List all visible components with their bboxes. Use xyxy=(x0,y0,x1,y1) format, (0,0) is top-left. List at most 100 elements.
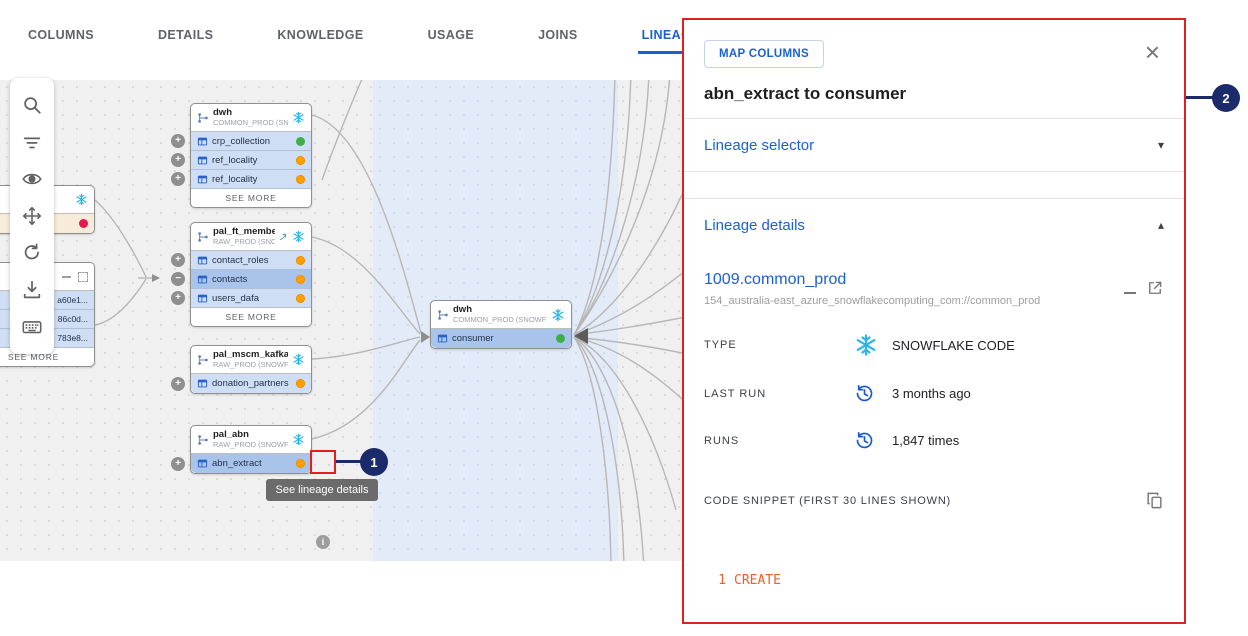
node-pal-mscm-kafka[interactable]: pal_mscm_kafka RAW_PROD (SNOWFLAKE C) + … xyxy=(190,345,312,394)
expand-button[interactable]: + xyxy=(171,377,185,391)
annotation-red-box xyxy=(310,450,336,474)
code-line: 1CREATE xyxy=(704,570,1164,591)
status-dot-orange xyxy=(296,379,305,388)
chevron-up-icon[interactable]: ▴ xyxy=(1158,218,1164,232)
tab-usage[interactable]: USAGE xyxy=(424,18,478,54)
hash-label: 86c0d... xyxy=(58,314,88,324)
tab-knowledge[interactable]: KNOWLEDGE xyxy=(273,18,367,54)
code-snippet: 1CREATE 2OR REPLACE TABLE COMMON_PROD.DW… xyxy=(704,528,1164,624)
move-icon[interactable] xyxy=(19,203,45,229)
node-dwh-consumer[interactable]: dwh COMMON_PROD (SNOWFLAKE C) consumer xyxy=(430,300,572,349)
refresh-icon[interactable] xyxy=(19,240,45,266)
snowflake-icon xyxy=(292,230,305,243)
tab-columns[interactable]: COLUMNS xyxy=(24,18,98,54)
column-label: contact_roles xyxy=(212,255,292,266)
node-title: pal_ft_member xyxy=(213,227,275,237)
table-icon xyxy=(197,378,208,389)
table-icon xyxy=(197,458,208,469)
collapse-button[interactable]: − xyxy=(171,272,185,286)
field-row-last-run: LAST RUN 3 months ago xyxy=(704,383,1164,404)
lineage-selector-label: Lineage selector xyxy=(704,137,814,154)
code-snippet-header: CODE SNIPPET (FIRST 30 LINES SHOWN) xyxy=(704,495,951,507)
column-row[interactable]: + ref_locality xyxy=(191,151,311,170)
minimize-icon[interactable] xyxy=(1124,292,1136,294)
tab-joins[interactable]: JOINS xyxy=(534,18,582,54)
column-row[interactable]: + crp_collection xyxy=(191,132,311,151)
status-dot-green xyxy=(296,137,305,146)
node-qualifier: COMMON_PROD (SNOWFLAKE C xyxy=(213,118,288,127)
node-title: pal_abn xyxy=(213,430,288,440)
node-pal-ft-member[interactable]: pal_ft_member RAW_PROD (SNOWFLAKE C) + c… xyxy=(190,222,312,327)
annotation-connector-2 xyxy=(1186,96,1214,99)
expand-button[interactable]: + xyxy=(171,457,185,471)
column-row-selected[interactable]: consumer xyxy=(431,329,571,348)
search-icon[interactable] xyxy=(19,92,45,118)
popout-arrow-icon xyxy=(279,232,288,241)
expand-button[interactable]: + xyxy=(171,253,185,267)
column-row-selected[interactable]: − contacts xyxy=(191,270,311,289)
filter-icon[interactable] xyxy=(19,129,45,155)
download-icon[interactable] xyxy=(19,277,45,303)
branch-icon xyxy=(197,434,209,446)
table-icon xyxy=(197,136,208,147)
annotation-connector-1 xyxy=(336,460,362,463)
column-row-selected[interactable]: + abn_extract xyxy=(191,454,311,473)
field-row-type: TYPE SNOWFLAKE CODE xyxy=(704,333,1164,357)
node-dwh-common-prod[interactable]: dwh COMMON_PROD (SNOWFLAKE C + crp_colle… xyxy=(190,103,312,208)
column-row[interactable]: + users_dafa xyxy=(191,289,311,308)
node-title: pal_mscm_kafka xyxy=(213,350,288,360)
expand-button[interactable]: + xyxy=(171,291,185,305)
status-dot-green xyxy=(556,334,565,343)
column-row[interactable]: + donation_partners xyxy=(191,374,311,393)
lineage-canvas[interactable]: a60e1... 86c0d... 783e8... SEE MORE dwh … xyxy=(0,80,682,561)
node-title: dwh xyxy=(213,108,288,118)
expand-button[interactable]: + xyxy=(171,134,185,148)
column-label: contacts xyxy=(212,274,292,285)
process-link[interactable]: 1009.common_prod xyxy=(704,271,846,288)
status-dot-orange xyxy=(296,175,305,184)
map-columns-button[interactable]: MAP COLUMNS xyxy=(704,40,824,68)
close-icon[interactable]: × xyxy=(1141,40,1164,64)
table-icon xyxy=(197,293,208,304)
annotation-badge-2: 2 xyxy=(1212,84,1240,112)
keyboard-icon[interactable] xyxy=(19,314,45,340)
hash-label: a60e1... xyxy=(57,295,88,305)
canvas-toolbar xyxy=(10,78,54,354)
field-label: TYPE xyxy=(704,339,854,351)
snowflake-icon xyxy=(292,433,305,446)
see-more-button[interactable]: SEE MORE xyxy=(191,308,311,326)
lineage-details-row[interactable]: Lineage details ▴ xyxy=(704,199,1164,251)
node-qualifier: RAW_PROD (SNOWFLAKE C) xyxy=(213,360,288,369)
node-qualifier: RAW_PROD (SNOWFLAKE C) xyxy=(213,440,288,449)
field-value: SNOWFLAKE CODE xyxy=(892,338,1015,353)
see-more-button[interactable]: SEE MORE xyxy=(191,189,311,207)
history-icon xyxy=(854,430,875,451)
annotation-badge-1: 1 xyxy=(360,448,388,476)
lineage-selector-row[interactable]: Lineage selector ▾ xyxy=(704,119,1164,171)
lineage-info-icon[interactable]: i xyxy=(316,535,330,549)
node-pal-abn[interactable]: pal_abn RAW_PROD (SNOWFLAKE C) + abn_ext… xyxy=(190,425,312,474)
field-label: RUNS xyxy=(704,435,854,447)
tab-details[interactable]: DETAILS xyxy=(154,18,217,54)
column-row[interactable]: + contact_roles xyxy=(191,251,311,270)
visibility-icon[interactable] xyxy=(19,166,45,192)
selection-box-icon xyxy=(78,272,88,282)
hash-label: 783e8... xyxy=(57,333,88,343)
lineage-details-label: Lineage details xyxy=(704,217,805,234)
field-value: 3 months ago xyxy=(892,386,971,401)
copy-icon[interactable] xyxy=(1145,491,1164,510)
status-dot-orange xyxy=(296,156,305,165)
table-icon xyxy=(197,255,208,266)
open-in-new-icon[interactable] xyxy=(1146,279,1164,297)
table-icon xyxy=(197,155,208,166)
expand-button[interactable]: + xyxy=(171,172,185,186)
column-label: abn_extract xyxy=(212,458,292,469)
status-dot-red xyxy=(79,219,88,228)
expand-button[interactable]: + xyxy=(171,153,185,167)
column-row[interactable]: + ref_locality xyxy=(191,170,311,189)
node-qualifier: COMMON_PROD (SNOWFLAKE C) xyxy=(453,315,547,324)
column-label: crp_collection xyxy=(212,136,292,147)
column-label: ref_locality xyxy=(212,174,292,185)
chevron-down-icon[interactable]: ▾ xyxy=(1158,138,1164,152)
node-qualifier: RAW_PROD (SNOWFLAKE C) xyxy=(213,237,275,246)
